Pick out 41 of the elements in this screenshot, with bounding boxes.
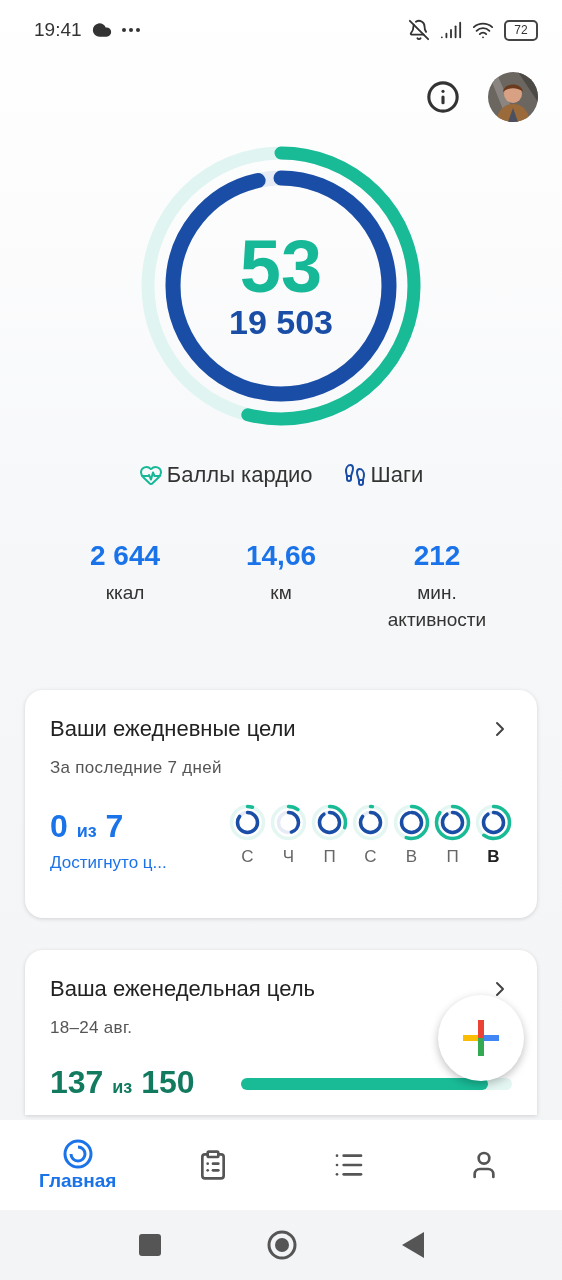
info-icon[interactable] [426, 80, 460, 114]
battery-icon: 72 [504, 19, 538, 41]
day-label: Ч [282, 847, 295, 867]
more-icon [121, 28, 140, 32]
weekly-goal-card[interactable]: Ваша еженедельная цель 18–24 авг. 137 из 150 [25, 950, 537, 1115]
stat-label: мин. активности [386, 581, 488, 632]
signal-icon [440, 19, 462, 41]
legend-label: Баллы кардио [166, 462, 313, 488]
heart-icon [138, 463, 163, 487]
stat-label: ккал [105, 581, 145, 605]
square-icon[interactable] [138, 1233, 162, 1257]
goal-count: 137 из 150 [50, 1064, 195, 1101]
day-label: В [487, 847, 500, 867]
footprints-icon [342, 463, 367, 487]
step-count: 19 503 [229, 304, 333, 342]
legend-label: Шаги [370, 462, 424, 488]
stat-value: 2 644 [89, 540, 161, 572]
day-label: С [241, 847, 254, 867]
back-icon[interactable] [402, 1232, 424, 1258]
clock: 19:41 [34, 19, 82, 41]
day-label: С [364, 847, 377, 867]
nav-tab[interactable]: Главная [27, 1137, 128, 1193]
ring-icon [61, 1138, 94, 1170]
day-label: П [446, 847, 459, 867]
stat-value: 14,66 [245, 540, 317, 572]
stat-label: км [270, 581, 292, 605]
day-label: В [405, 847, 418, 867]
stat-value: 212 [413, 540, 461, 572]
circle-icon[interactable] [266, 1229, 298, 1261]
goal-caption: Достигнуто ц... [50, 853, 167, 873]
card-subtitle: 18–24 авг. [50, 1018, 134, 1038]
bell-off-icon [408, 19, 430, 41]
cloud-icon [91, 20, 112, 40]
day-label: П [323, 847, 336, 867]
card-subtitle: За последние 7 дней [50, 758, 223, 778]
card-title: Ваша еженедельная цель [50, 976, 315, 1002]
cardio-points: 53 [239, 230, 323, 305]
goal-count: 0 из 7 [50, 808, 124, 844]
daily-goals-card[interactable]: Ваши ежедневные цели За последние 7 дней 0 из 7 Достигнуто ц... С Ч П С В П В [25, 690, 537, 918]
plus-icon [461, 1018, 501, 1058]
card-title: Ваши ежедневные цели [50, 716, 296, 742]
